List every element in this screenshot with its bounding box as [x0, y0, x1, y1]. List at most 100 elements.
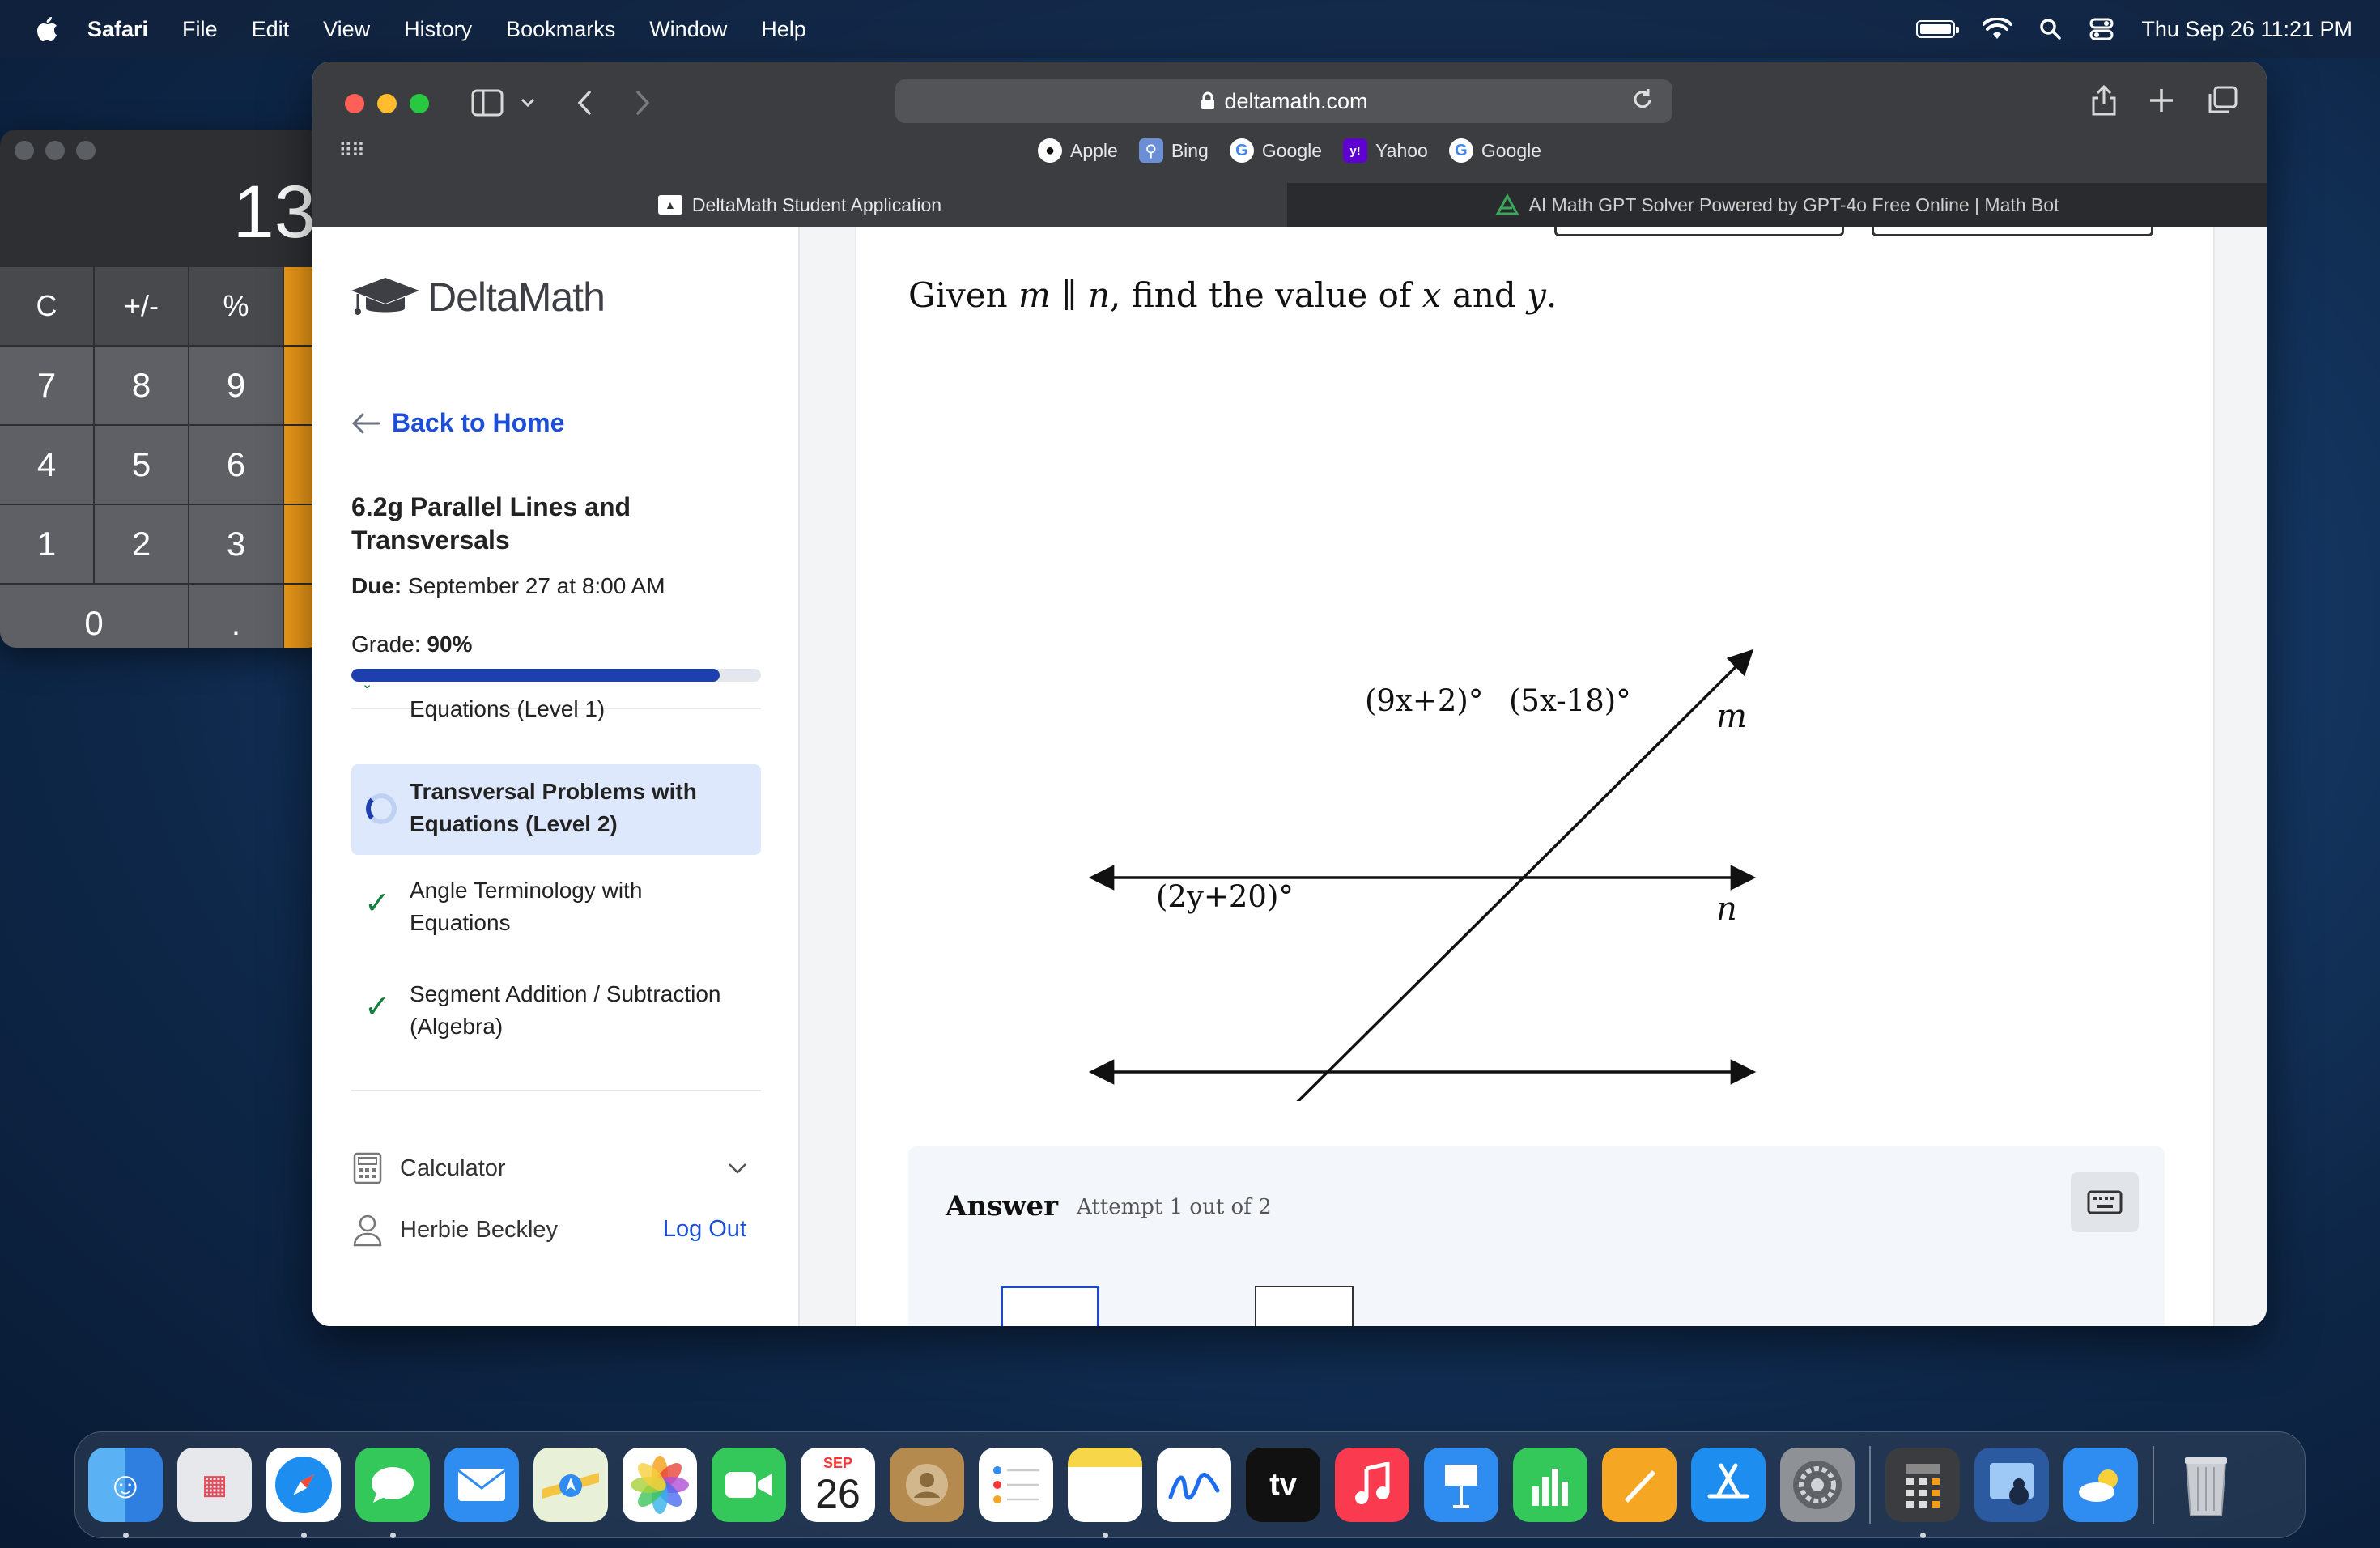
calc-key-percent[interactable]: %	[189, 267, 283, 345]
tab-bar: ▲ DeltaMath Student Application AI Math …	[312, 183, 2267, 227]
calc-key-9[interactable]: 9	[189, 347, 283, 424]
calc-key-5[interactable]: 5	[95, 426, 188, 504]
minimize-button[interactable]	[377, 94, 397, 113]
dock-separator	[1869, 1446, 1871, 1524]
calc-key-0[interactable]: 0	[0, 585, 188, 648]
menu-bookmarks[interactable]: Bookmarks	[506, 17, 615, 42]
x-answer-input[interactable]	[1001, 1286, 1099, 1326]
messages-icon[interactable]	[355, 1448, 430, 1538]
check-icon: ✓	[364, 990, 390, 1024]
parallel-lines-diagram	[1088, 649, 1757, 1101]
address-bar[interactable]: deltamath.com	[895, 79, 1672, 123]
calc-key-1[interactable]: 1	[0, 505, 93, 583]
calculator-window: 1 3 C +/- % 7 8 9 4 5 6 1 2 3 0 .	[0, 130, 324, 648]
control-center-icon[interactable]	[2089, 18, 2114, 40]
reminders-icon[interactable]	[979, 1448, 1053, 1522]
watch-video-button[interactable]	[1554, 227, 1844, 236]
system-settings-icon[interactable]	[1780, 1448, 1855, 1522]
skill-item-transversal-level-2[interactable]: Transversal Problems with Equations (Lev…	[351, 764, 761, 855]
menu-file[interactable]: File	[182, 17, 218, 42]
new-tab-icon[interactable]	[2148, 87, 2174, 113]
calc-key-decimal[interactable]: .	[189, 585, 283, 648]
user-icon	[353, 1214, 382, 1247]
weather-icon[interactable]	[2063, 1448, 2138, 1522]
calc-key-clear[interactable]: C	[0, 267, 93, 345]
contacts-icon[interactable]	[890, 1448, 964, 1522]
favorite-apple[interactable]: ● Apple	[1037, 138, 1118, 163]
show-examples-button[interactable]	[1872, 227, 2153, 236]
calculator-keypad: C +/- % 7 8 9 4 5 6 1 2 3 0 .	[0, 267, 324, 648]
calc-key-8[interactable]: 8	[95, 347, 188, 424]
back-arrow-icon[interactable]	[575, 89, 594, 117]
back-to-home-link[interactable]: Back to Home	[351, 408, 564, 438]
chevron-down-icon[interactable]	[520, 97, 536, 108]
reload-icon[interactable]	[1630, 87, 1655, 112]
calc-key-6[interactable]: 6	[189, 426, 283, 504]
menu-clock[interactable]: Thu Sep 26 11:21 PM	[2141, 17, 2352, 42]
calc-zoom-button[interactable]	[76, 141, 96, 160]
tab-math-gpt[interactable]: AI Math GPT Solver Powered by GPT-4o Fre…	[1287, 183, 2267, 227]
photos-icon[interactable]	[623, 1448, 697, 1522]
launchpad-icon[interactable]: ▦	[177, 1448, 252, 1522]
finder-icon[interactable]: ☺	[88, 1448, 163, 1538]
calc-key-sign[interactable]: +/-	[95, 267, 188, 345]
safari-icon[interactable]	[266, 1448, 341, 1538]
numbers-icon[interactable]	[1513, 1448, 1587, 1522]
menu-history[interactable]: History	[404, 17, 472, 42]
apple-menu-icon[interactable]	[31, 15, 63, 43]
facetime-icon[interactable]	[712, 1448, 786, 1522]
pages-icon[interactable]	[1602, 1448, 1677, 1522]
apple-tv-icon[interactable]: tv	[1246, 1448, 1320, 1522]
close-button[interactable]	[345, 94, 364, 113]
spotlight-search-icon[interactable]	[2039, 18, 2062, 40]
graduation-cap-icon	[351, 278, 419, 315]
music-icon[interactable]	[1335, 1448, 1409, 1522]
menu-view[interactable]: View	[323, 17, 370, 42]
calculator-app-icon[interactable]	[1885, 1448, 1960, 1538]
notes-icon[interactable]	[1068, 1448, 1142, 1538]
calendar-icon[interactable]: SEP 26	[801, 1448, 875, 1522]
menu-safari[interactable]: Safari	[87, 17, 148, 42]
calculator-tool[interactable]: Calculator	[351, 1151, 761, 1185]
calc-minimize-button[interactable]	[45, 141, 65, 160]
in-progress-icon	[366, 793, 397, 824]
y-answer-input[interactable]	[1255, 1286, 1354, 1326]
wifi-icon[interactable]	[1983, 18, 2012, 40]
mail-icon[interactable]	[444, 1448, 519, 1522]
skill-item-segment-addition[interactable]: ✓ Segment Addition / Subtraction (Algebr…	[351, 972, 761, 1053]
log-out-link[interactable]: Log Out	[663, 1216, 746, 1243]
favorite-google[interactable]: G Google	[1229, 138, 1322, 163]
freeform-icon[interactable]	[1157, 1448, 1231, 1522]
browser-toolbar: deltamath.com ⠿⠿ ● Apple ⚲ Bing G Google…	[312, 62, 2267, 183]
favorite-yahoo[interactable]: y! Yahoo	[1343, 138, 1428, 163]
sidebar-toggle-icon[interactable]	[471, 89, 504, 117]
preview-icon[interactable]	[1974, 1448, 2049, 1522]
calc-key-7[interactable]: 7	[0, 347, 93, 424]
deltamath-logo[interactable]: DeltaMath	[350, 274, 606, 321]
calc-close-button[interactable]	[15, 141, 34, 160]
calc-key-4[interactable]: 4	[0, 426, 93, 504]
skill-item-angle-terminology[interactable]: ✓ Angle Terminology with Equations	[351, 868, 761, 949]
calc-key-3[interactable]: 3	[189, 505, 283, 583]
question-card: Given m ∥ n, find the value of x and y.	[855, 227, 2215, 1326]
calc-key-2[interactable]: 2	[95, 505, 188, 583]
menu-window[interactable]: Window	[649, 17, 727, 42]
skill-item-equations-level-1[interactable]: ˇ Equations (Level 1)	[351, 682, 761, 732]
keyboard-toggle-button[interactable]	[2071, 1172, 2139, 1232]
maps-icon[interactable]	[533, 1448, 608, 1522]
menu-edit[interactable]: Edit	[252, 17, 290, 42]
keynote-icon[interactable]	[1424, 1448, 1498, 1522]
share-icon[interactable]	[2090, 84, 2118, 117]
battery-icon[interactable]	[1916, 20, 1960, 38]
zoom-button[interactable]	[410, 94, 429, 113]
forward-arrow-icon[interactable]	[633, 89, 652, 117]
favorite-bing[interactable]: ⚲ Bing	[1138, 138, 1209, 163]
favorites-bar: ● Apple ⚲ Bing G Google y! Yahoo G Googl…	[312, 133, 2267, 168]
trash-icon[interactable]	[2169, 1448, 2243, 1522]
chevron-down-icon[interactable]	[727, 1162, 748, 1175]
favorite-google-2[interactable]: G Google	[1448, 138, 1541, 163]
app-store-icon[interactable]	[1691, 1448, 1766, 1522]
tab-overview-icon[interactable]	[2207, 86, 2238, 115]
tab-deltamath[interactable]: ▲ DeltaMath Student Application	[312, 183, 1287, 227]
menu-help[interactable]: Help	[761, 17, 806, 42]
